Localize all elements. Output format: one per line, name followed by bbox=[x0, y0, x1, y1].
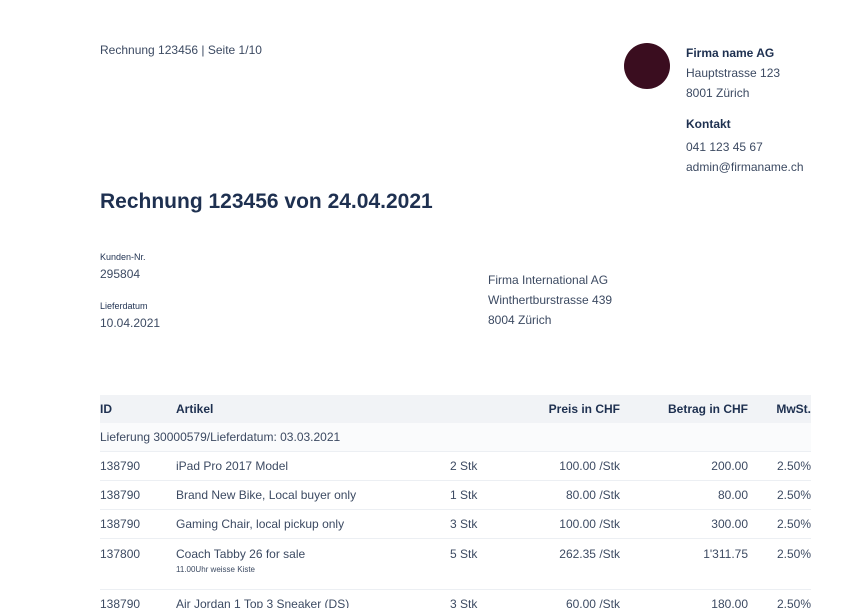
row-amount: 180.00 bbox=[620, 589, 748, 608]
delivery-date-label: Lieferdatum bbox=[100, 301, 148, 311]
row-id: 138790 bbox=[100, 509, 176, 539]
table-row: 138790 iPad Pro 2017 Model 2 Stk 100.00 … bbox=[100, 451, 811, 481]
row-id: 138790 bbox=[100, 451, 176, 481]
row-vat: 2.50% bbox=[748, 480, 811, 510]
table-header-row: ID Artikel Preis in CHF Betrag in CHF Mw… bbox=[100, 395, 811, 423]
row-amount: 300.00 bbox=[620, 509, 748, 539]
row-quantity: 5 Stk bbox=[450, 538, 510, 590]
header-vat: MwSt. bbox=[748, 395, 811, 423]
row-amount: 80.00 bbox=[620, 480, 748, 510]
row-price: 60.00 /Stk bbox=[510, 589, 620, 608]
row-amount: 1'311.75 bbox=[620, 538, 748, 590]
company-block: Firma name AG Hauptstrasse 123 8001 Züri… bbox=[686, 43, 804, 177]
header-id: ID bbox=[100, 395, 176, 423]
row-quantity: 2 Stk bbox=[450, 451, 510, 481]
header-quantity bbox=[450, 395, 510, 423]
row-quantity: 1 Stk bbox=[450, 480, 510, 510]
row-id: 137800 bbox=[100, 538, 176, 590]
company-name: Firma name AG bbox=[686, 46, 775, 60]
row-price: 80.00 /Stk bbox=[510, 480, 620, 510]
row-vat: 2.50% bbox=[748, 538, 811, 590]
row-vat: 2.50% bbox=[748, 589, 811, 608]
table-row: 138790 Air Jordan 1 Top 3 Sneaker (DS) 3… bbox=[100, 589, 811, 608]
row-article: Air Jordan 1 Top 3 Sneaker (DS) bbox=[176, 589, 450, 608]
invoice-page: Rechnung 123456 | Seite 1/10 Firma name … bbox=[0, 0, 854, 608]
header-amount: Betrag in CHF bbox=[620, 395, 748, 423]
company-phone: 041 123 45 67 bbox=[686, 140, 763, 154]
delivery-line: Lieferung 30000579/Lieferdatum: 03.03.20… bbox=[100, 423, 811, 452]
header-article: Artikel bbox=[176, 395, 450, 423]
recipient-name: Firma International AG bbox=[488, 273, 609, 287]
delivery-row: Lieferung 30000579/Lieferdatum: 03.03.20… bbox=[100, 423, 811, 452]
delivery-date-value: 10.04.2021 bbox=[100, 316, 161, 330]
row-article: iPad Pro 2017 Model bbox=[176, 451, 450, 481]
contact-title: Kontakt bbox=[686, 117, 731, 131]
row-price: 100.00 /Stk bbox=[510, 509, 620, 539]
company-street: Hauptstrasse 123 bbox=[686, 66, 781, 80]
recipient-city: 8004 Zürich bbox=[488, 313, 552, 327]
row-vat: 2.50% bbox=[748, 451, 811, 481]
delivery-date-block: Lieferdatum 10.04.2021 bbox=[100, 301, 160, 330]
recipient-street: Winthertburstrasse 439 bbox=[488, 293, 613, 307]
customer-number-block: Kunden-Nr. 295804 bbox=[100, 252, 160, 281]
company-email: admin@firmaname.ch bbox=[686, 160, 804, 174]
invoice-meta: Kunden-Nr. 295804 Lieferdatum 10.04.2021 bbox=[100, 252, 160, 330]
header-price: Preis in CHF bbox=[510, 395, 620, 423]
row-article: Coach Tabby 26 for sale bbox=[176, 547, 306, 561]
row-article-cell: Coach Tabby 26 for sale 11.00Uhr weisse … bbox=[176, 538, 450, 590]
row-article: Gaming Chair, local pickup only bbox=[176, 509, 450, 539]
row-vat: 2.50% bbox=[748, 509, 811, 539]
company-logo bbox=[624, 43, 670, 89]
row-amount: 200.00 bbox=[620, 451, 748, 481]
table-row: 138790 Gaming Chair, local pickup only 3… bbox=[100, 509, 811, 539]
row-price: 100.00 /Stk bbox=[510, 451, 620, 481]
invoice-title: Rechnung 123456 von 24.04.2021 bbox=[100, 190, 433, 213]
items-table: ID Artikel Preis in CHF Betrag in CHF Mw… bbox=[100, 395, 811, 608]
row-article: Brand New Bike, Local buyer only bbox=[176, 480, 450, 510]
row-price: 262.35 /Stk bbox=[510, 538, 620, 590]
company-city: 8001 Zürich bbox=[686, 86, 750, 100]
row-id: 138790 bbox=[100, 589, 176, 608]
recipient-address: Firma International AG Winthertburstrass… bbox=[488, 270, 612, 330]
customer-number-value: 295804 bbox=[100, 267, 141, 281]
invoice-reference: Rechnung 123456 | Seite 1/10 bbox=[100, 43, 262, 57]
table-row: 137800 Coach Tabby 26 for sale 11.00Uhr … bbox=[100, 538, 811, 590]
row-quantity: 3 Stk bbox=[450, 509, 510, 539]
row-quantity: 3 Stk bbox=[450, 589, 510, 608]
row-note: 11.00Uhr weisse Kiste bbox=[176, 565, 255, 574]
customer-number-label: Kunden-Nr. bbox=[100, 252, 146, 262]
table-row: 138790 Brand New Bike, Local buyer only … bbox=[100, 480, 811, 510]
row-id: 138790 bbox=[100, 480, 176, 510]
